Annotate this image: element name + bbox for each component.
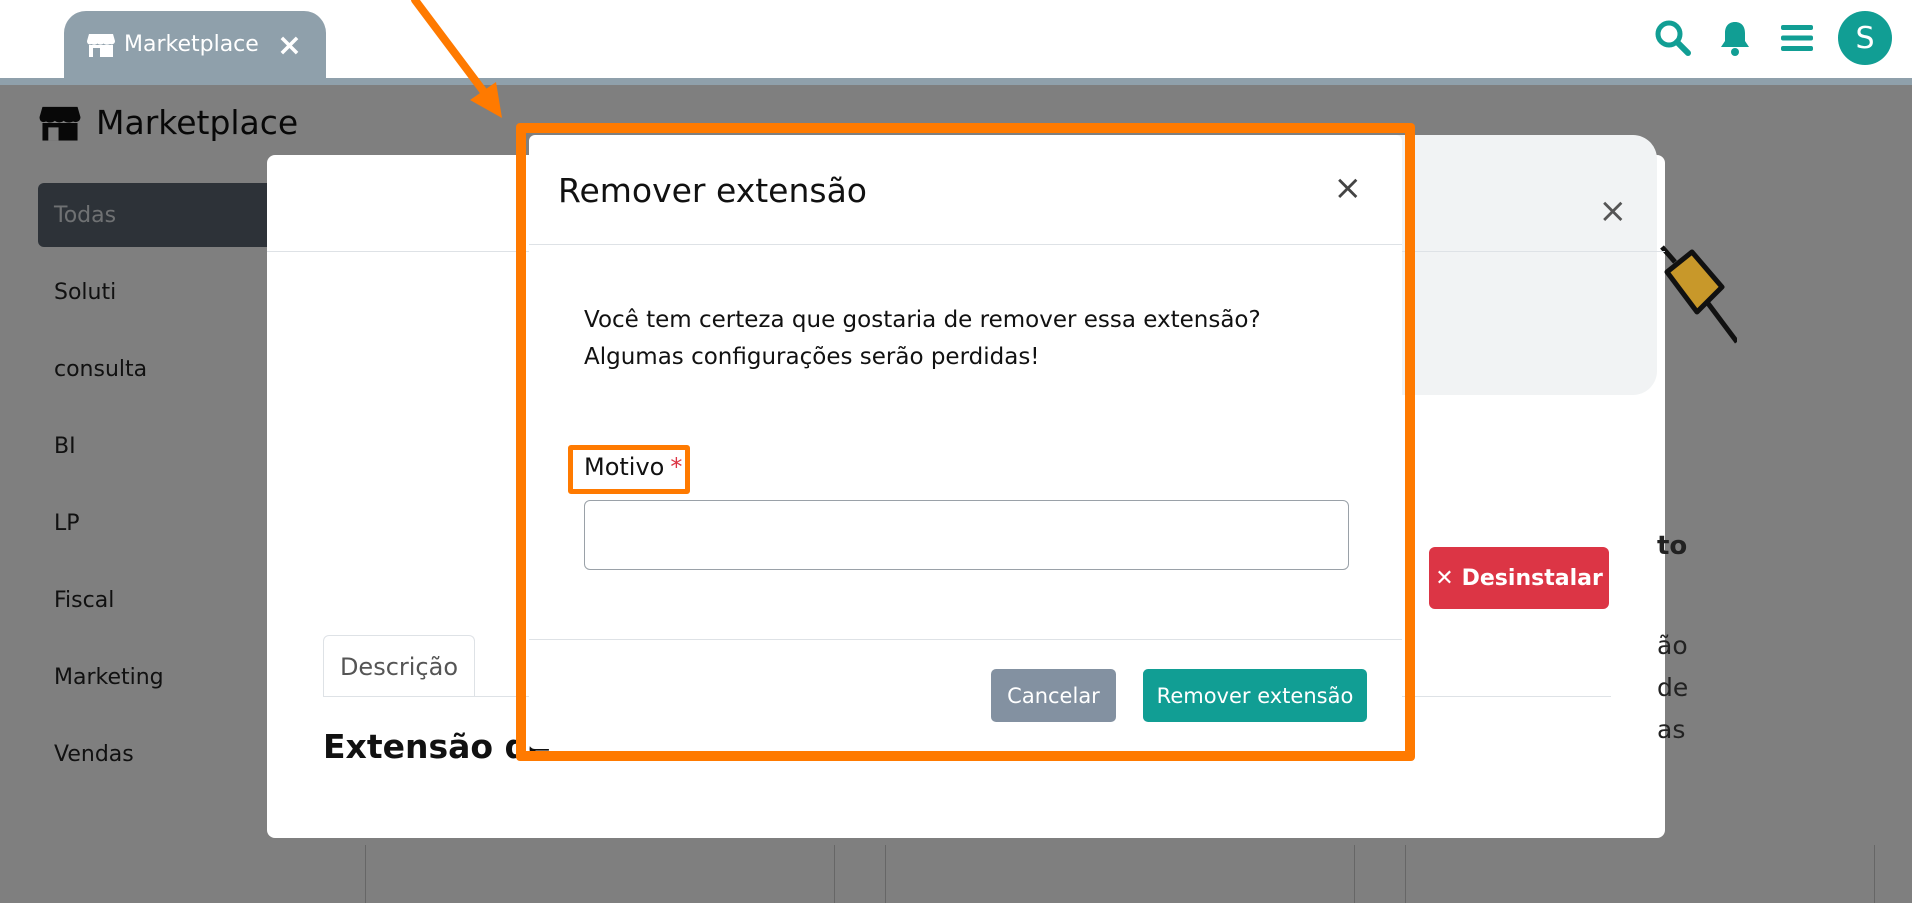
topbar-divider	[0, 78, 1912, 85]
bell-icon[interactable]	[1714, 17, 1756, 59]
cancel-button[interactable]: Cancelar	[991, 669, 1116, 722]
store-icon	[86, 32, 116, 58]
modal-close-icon[interactable]: ×	[1334, 171, 1363, 205]
tab-marketplace[interactable]: Marketplace ×	[64, 11, 326, 78]
reason-input[interactable]	[584, 500, 1349, 570]
reason-label: Motivo *	[584, 453, 682, 481]
required-mark: *	[670, 453, 683, 481]
reason-label-text: Motivo	[584, 453, 665, 481]
modal-header: Remover extensão ×	[529, 135, 1402, 245]
top-actions: S	[1652, 10, 1892, 66]
tab-label: Marketplace	[124, 32, 259, 57]
tab-close-icon[interactable]: ×	[277, 31, 302, 61]
search-icon[interactable]	[1652, 17, 1694, 59]
remove-extension-modal: Remover extensão × Você tem certeza que …	[529, 135, 1402, 749]
user-avatar[interactable]: S	[1838, 11, 1892, 65]
menu-icon[interactable]	[1776, 17, 1818, 59]
modal-title: Remover extensão	[558, 171, 867, 210]
top-bar: Marketplace × S	[0, 0, 1912, 78]
confirmation-message: Você tem certeza que gostaria de remover…	[584, 307, 1261, 370]
remove-extension-button[interactable]: Remover extensão	[1143, 669, 1367, 722]
